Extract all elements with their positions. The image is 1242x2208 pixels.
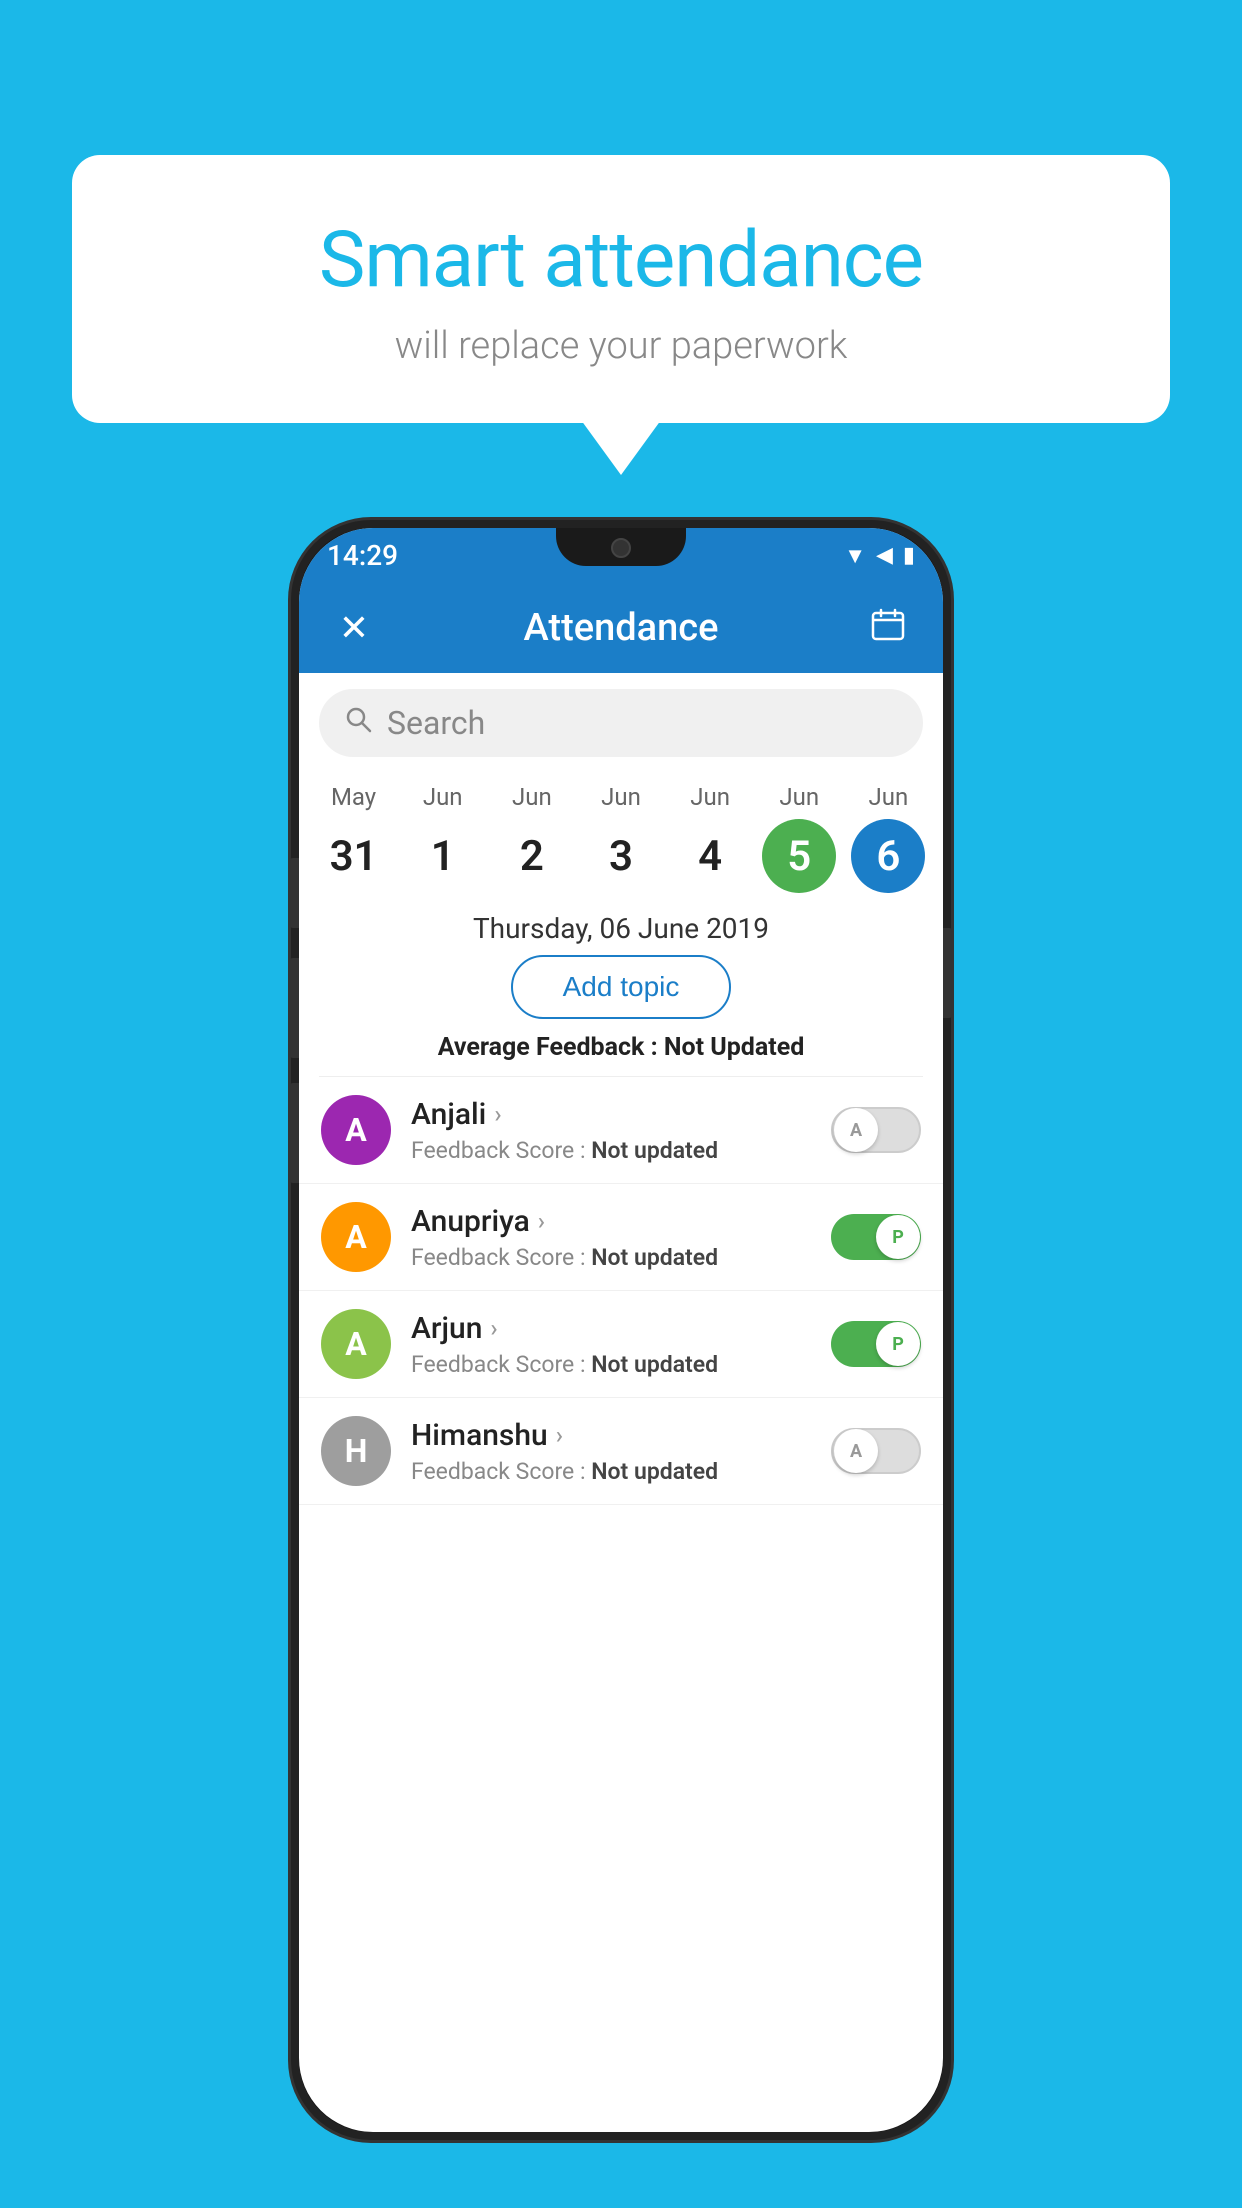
extra-button — [289, 1083, 299, 1183]
avg-feedback-label: Average Feedback : — [438, 1033, 664, 1062]
toggle-knob: A — [834, 1108, 878, 1152]
chevron-icon: › — [490, 1314, 497, 1342]
app-bar: ✕ Attendance — [299, 583, 943, 673]
student-item[interactable]: H Himanshu › Feedback Score : Not updatedA — [299, 1398, 943, 1505]
calendar-day[interactable]: Jun 2 — [495, 783, 569, 893]
chevron-icon: › — [494, 1100, 501, 1128]
attendance-toggle[interactable]: A — [831, 1428, 921, 1474]
status-time: 14:29 — [327, 539, 398, 572]
calendar-date: 3 — [584, 819, 658, 893]
calendar-date: 2 — [495, 819, 569, 893]
calendar-month: Jun — [423, 783, 463, 811]
student-feedback: Feedback Score : Not updated — [411, 1244, 831, 1271]
calendar-date: 1 — [406, 819, 480, 893]
feedback-value: Not updated — [591, 1351, 718, 1378]
close-button[interactable]: ✕ — [329, 607, 379, 649]
speech-bubble-container: Smart attendance will replace your paper… — [72, 155, 1170, 423]
avg-feedback-value: Not Updated — [664, 1033, 804, 1062]
search-placeholder: Search — [387, 704, 485, 742]
student-item[interactable]: A Anupriya › Feedback Score : Not updated P — [299, 1184, 943, 1291]
app-bar-title: Attendance — [379, 606, 863, 650]
student-info: Anjali › Feedback Score : Not updated — [411, 1097, 831, 1164]
toggle-knob: P — [876, 1215, 920, 1259]
calendar-month: Jun — [779, 783, 819, 811]
avg-feedback: Average Feedback : Not Updated — [299, 1033, 943, 1062]
search-icon — [344, 705, 372, 741]
speech-bubble-subtitle: will replace your paperwork — [122, 324, 1120, 368]
calendar-day[interactable]: Jun 3 — [584, 783, 658, 893]
feedback-value: Not updated — [591, 1137, 718, 1164]
status-icons: ▼ ◀ ▮ — [844, 543, 915, 569]
calendar-day[interactable]: Jun 6 — [851, 783, 925, 893]
student-feedback: Feedback Score : Not updated — [411, 1458, 831, 1485]
chevron-icon: › — [556, 1421, 563, 1449]
student-avatar: A — [321, 1095, 391, 1165]
calendar-day[interactable]: Jun 4 — [673, 783, 747, 893]
student-avatar: A — [321, 1202, 391, 1272]
student-item[interactable]: A Arjun › Feedback Score : Not updated P — [299, 1291, 943, 1398]
calendar-month: Jun — [869, 783, 909, 811]
signal-icon: ◀ — [876, 543, 893, 568]
volume-up-button — [289, 858, 299, 928]
student-feedback: Feedback Score : Not updated — [411, 1351, 831, 1378]
calendar-day[interactable]: May 31 — [317, 783, 391, 893]
student-name: Anjali › — [411, 1097, 831, 1132]
student-avatar: A — [321, 1309, 391, 1379]
chevron-icon: › — [538, 1207, 545, 1235]
calendar-month: May — [331, 783, 376, 811]
calendar-day[interactable]: Jun 1 — [406, 783, 480, 893]
feedback-value: Not updated — [591, 1244, 718, 1271]
wifi-icon: ▼ — [844, 543, 866, 569]
phone-container: 14:29 ▼ ◀ ▮ ✕ Attendance — [291, 520, 951, 2140]
phone-camera — [611, 538, 631, 558]
toggle-knob: P — [876, 1322, 920, 1366]
battery-icon: ▮ — [903, 543, 915, 568]
toggle-knob: A — [834, 1429, 878, 1473]
student-item[interactable]: AAnjali ›Feedback Score : Not updatedA — [299, 1077, 943, 1184]
student-avatar: H — [321, 1416, 391, 1486]
student-name: Anupriya › — [411, 1204, 831, 1239]
calendar-month: Jun — [512, 783, 552, 811]
attendance-toggle[interactable]: A — [831, 1107, 921, 1153]
student-info: Arjun › Feedback Score : Not updated — [411, 1311, 831, 1378]
calendar-date: 4 — [673, 819, 747, 893]
calendar-date: 6 — [851, 819, 925, 893]
student-name: Arjun › — [411, 1311, 831, 1346]
attendance-toggle[interactable]: P — [831, 1214, 921, 1260]
student-info: Anupriya › Feedback Score : Not updated — [411, 1204, 831, 1271]
student-list: AAnjali ›Feedback Score : Not updatedAAA… — [299, 1077, 943, 1505]
attendance-toggle[interactable]: P — [831, 1321, 921, 1367]
speech-bubble: Smart attendance will replace your paper… — [72, 155, 1170, 423]
volume-down-button — [289, 958, 299, 1058]
calendar-date: 5 — [762, 819, 836, 893]
speech-bubble-title: Smart attendance — [122, 215, 1120, 306]
add-topic-button[interactable]: Add topic — [511, 955, 732, 1019]
calendar-button[interactable] — [863, 606, 913, 651]
power-button — [943, 928, 953, 1018]
student-feedback: Feedback Score : Not updated — [411, 1137, 831, 1164]
student-info: Himanshu › Feedback Score : Not updated — [411, 1418, 831, 1485]
search-bar[interactable]: Search — [319, 689, 923, 757]
calendar-day[interactable]: Jun 5 — [762, 783, 836, 893]
selected-date-label: Thursday, 06 June 2019 — [299, 898, 943, 955]
calendar-month: Jun — [690, 783, 730, 811]
phone-notch — [556, 528, 686, 566]
feedback-value: Not updated — [591, 1458, 718, 1485]
phone-screen: 14:29 ▼ ◀ ▮ ✕ Attendance — [299, 528, 943, 2132]
student-name: Himanshu › — [411, 1418, 831, 1453]
calendar-date: 31 — [317, 819, 391, 893]
calendar-month: Jun — [601, 783, 641, 811]
calendar-strip: May 31 Jun 1 Jun 2 Jun 3 Jun 4 Jun 5 Jun 6 — [299, 773, 943, 898]
